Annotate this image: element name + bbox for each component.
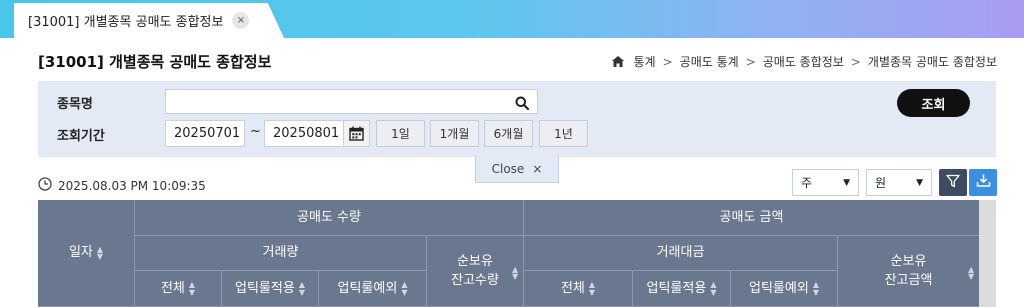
period-1year-button[interactable]: 1년: [539, 120, 588, 147]
column-label: 잔고금액: [884, 273, 933, 288]
close-label: Close: [491, 161, 525, 176]
column-volume-uptick-exempt[interactable]: 업틱룰예외 ▲ ▼: [319, 271, 427, 307]
sort-icon[interactable]: ▲ ▼: [589, 281, 595, 296]
sort-icon[interactable]: ▲ ▼: [401, 281, 407, 296]
search-icon[interactable]: [515, 95, 530, 114]
close-search-panel-button[interactable]: Close ×: [475, 155, 559, 183]
stock-search-box: [165, 89, 538, 114]
table-header: 일자 ▲ ▼ 공매도 수량 거래량 순보유 잔고수량 ▲ ▼ 전체 ▲ ▼ 업틱룰적용…: [38, 200, 979, 307]
column-label: 업틱룰예외: [749, 280, 809, 296]
tab-bar: [31001] 개별종목 공매도 종합정보 ×: [0, 0, 1024, 38]
sort-icon[interactable]: ▲ ▼: [512, 265, 518, 280]
breadcrumb: 통계 > 공매도 통계 > 공매도 종합정보 > 개별종목 공매도 종합정보: [611, 53, 997, 70]
column-amount-total[interactable]: 전체 ▲ ▼: [524, 271, 633, 307]
end-date-input[interactable]: 20250801: [264, 120, 344, 147]
breadcrumb-item[interactable]: 공매도 통계: [680, 53, 739, 70]
tab-active[interactable]: [31001] 개별종목 공매도 종합정보 ×: [14, 3, 284, 38]
timestamp-text: 2025.08.03 PM 10:09:35: [58, 178, 206, 193]
filter-icon: [946, 173, 960, 192]
search-panel: 종목명 조회기간 20250701 ~ 20250801 1일 1개월 6개월 …: [38, 81, 996, 157]
period-1month-button[interactable]: 1개월: [430, 120, 479, 147]
timestamp: 2025.08.03 PM 10:09:35: [38, 177, 206, 194]
column-net-balance-qty[interactable]: 순보유 잔고수량: [427, 236, 524, 307]
breadcrumb-item[interactable]: 통계: [634, 53, 656, 70]
sort-icon[interactable]: ▲ ▼: [189, 281, 195, 296]
column-net-balance-amount[interactable]: 순보유 잔고금액: [838, 236, 979, 307]
filter-button[interactable]: [939, 169, 967, 196]
chevron-down-icon: ▼: [916, 177, 923, 188]
page-title: [31001] 개별종목 공매도 종합정보: [38, 53, 272, 71]
tab-close-icon[interactable]: ×: [232, 12, 250, 29]
breadcrumb-separator: >: [745, 54, 756, 69]
column-amount-uptick-exempt[interactable]: 업틱룰예외 ▲ ▼: [731, 271, 838, 307]
column-label: 업틱룰적용: [646, 280, 707, 296]
column-label: 업틱룰예외: [337, 280, 398, 296]
period-1day-button[interactable]: 1일: [376, 120, 425, 147]
stock-name-input[interactable]: [166, 90, 506, 113]
column-date[interactable]: 일자 ▲ ▼: [38, 200, 135, 307]
query-button[interactable]: 조회: [897, 89, 970, 117]
close-icon: ×: [532, 161, 543, 176]
column-group-trade-value: 거래대금: [524, 236, 838, 271]
sort-icon[interactable]: ▲ ▼: [299, 281, 305, 296]
column-label: 잔고수량: [451, 273, 499, 288]
tab-label: [31001] 개별종목 공매도 종합정보: [28, 15, 224, 30]
clock-icon: [38, 177, 52, 194]
period-unit-select[interactable]: 주 ▼: [792, 169, 859, 196]
period-label: 조회기간: [57, 129, 105, 144]
period-6month-button[interactable]: 6개월: [484, 120, 533, 147]
currency-unit-value: 원: [875, 176, 887, 190]
sort-icon[interactable]: ▲ ▼: [813, 281, 819, 296]
download-button[interactable]: [969, 169, 997, 196]
vertical-scrollbar[interactable]: [979, 200, 996, 307]
column-label: 전체: [160, 280, 185, 296]
sort-icon[interactable]: ▲ ▼: [710, 281, 716, 296]
sort-icon[interactable]: ▲ ▼: [968, 265, 974, 280]
start-date-input[interactable]: 20250701: [165, 120, 245, 147]
period-unit-value: 주: [801, 176, 813, 190]
column-group-short-amount: 공매도 금액: [524, 200, 979, 236]
download-icon: [976, 173, 991, 192]
breadcrumb-separator: >: [850, 54, 861, 69]
currency-unit-select[interactable]: 원 ▼: [866, 169, 932, 196]
column-label: 순보유: [890, 253, 927, 269]
calendar-icon[interactable]: [343, 120, 370, 147]
column-volume-uptick-applied[interactable]: 업틱룰적용 ▲ ▼: [222, 271, 319, 307]
sort-icon[interactable]: ▲ ▼: [97, 245, 103, 260]
column-volume-total[interactable]: 전체 ▲ ▼: [135, 271, 222, 307]
column-label: 업틱룰적용: [235, 280, 295, 296]
home-icon[interactable]: [611, 56, 624, 67]
column-date-label: 일자: [68, 245, 93, 261]
breadcrumb-separator: >: [662, 54, 673, 69]
column-amount-uptick-applied[interactable]: 업틱룰적용 ▲ ▼: [633, 271, 731, 307]
column-group-short-qty: 공매도 수량: [135, 200, 524, 236]
column-label: 순보유: [457, 253, 493, 269]
breadcrumb-item-current: 개별종목 공매도 종합정보: [867, 55, 997, 69]
breadcrumb-item[interactable]: 공매도 종합정보: [763, 53, 844, 70]
chevron-down-icon: ▼: [843, 177, 850, 188]
column-group-volume: 거래량: [135, 236, 427, 271]
stock-name-label: 종목명: [57, 97, 93, 112]
column-label: 전체: [560, 280, 585, 296]
date-range-separator: ~: [250, 124, 261, 139]
